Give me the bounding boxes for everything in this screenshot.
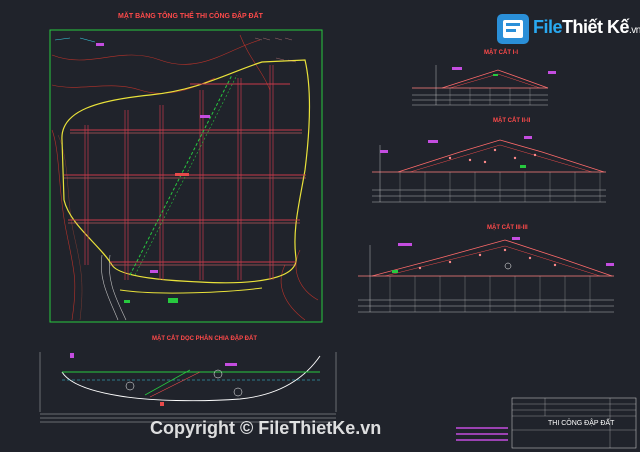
- section-2-drawing: [372, 136, 606, 203]
- section-3-title: MẶT CẮT III-III: [487, 225, 528, 231]
- profile-title: MẶT CẮT DỌC PHÂN CHIA ĐẬP ĐẤT: [152, 336, 257, 342]
- plan-title: MẶT BẰNG TỔNG THỂ THI CÔNG ĐẬP ĐẤT: [118, 13, 263, 20]
- dam-boundary: [61, 59, 311, 284]
- logo-wordmark: FileThiết Kế.vn: [533, 17, 640, 37]
- section-3-drawing: [358, 237, 614, 313]
- title-block-name: THI CÔNG ĐẬP ĐẤT: [548, 420, 615, 427]
- file-icon: [497, 14, 529, 44]
- copyright-watermark: Copyright © FileThietKe.vn: [150, 418, 382, 438]
- longitudinal-profile: [39, 352, 337, 423]
- section-1-title: MẶT CẮT I-I: [484, 50, 518, 56]
- section-1-drawing: [412, 65, 556, 106]
- section-2-title: MẶT CẮT II-II: [493, 118, 531, 124]
- filethietke-logo: FileThiết Kế.vn: [497, 12, 640, 46]
- cad-drawing-canvas: [39, 29, 637, 449]
- site-plan: [49, 29, 323, 323]
